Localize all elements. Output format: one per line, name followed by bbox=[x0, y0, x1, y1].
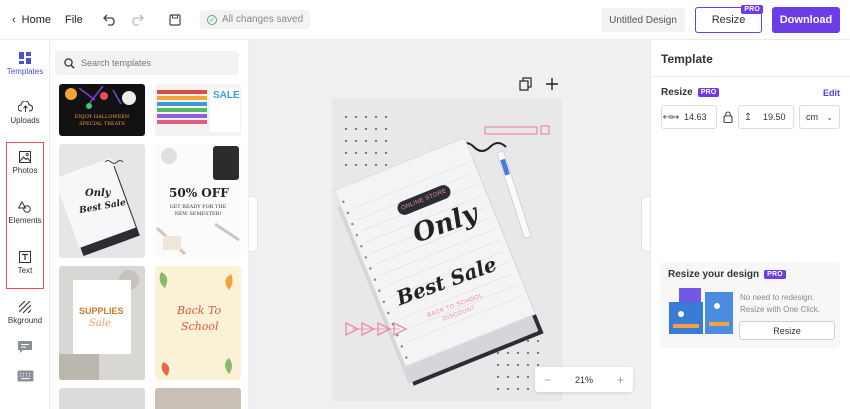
right-panel: Template Resize PRO Edit ↤↦ 14.63 ↥ 19.5… bbox=[650, 40, 850, 409]
template-thumb-pencils-sale[interactable]: SALE bbox=[155, 84, 241, 136]
templates-panel: Search templates ENJOY HALLOWEEN SPECIAL… bbox=[50, 40, 249, 409]
rail-item-background[interactable]: Bkground bbox=[0, 301, 50, 325]
template-thumb-50-off[interactable]: 50% OFF GET READY FOR THE NEW SEMESTER! bbox=[155, 144, 241, 258]
duplicate-page-icon[interactable] bbox=[519, 77, 533, 91]
thumb-caption: Only bbox=[85, 188, 111, 199]
design-name-field[interactable]: Untitled Design bbox=[601, 8, 685, 32]
add-page-icon[interactable] bbox=[545, 77, 559, 91]
top-bar: ‹ Home File ✓ All changes saved Untitled… bbox=[0, 0, 850, 40]
rail-item-uploads[interactable]: Uploads bbox=[0, 101, 50, 125]
promo-title-text: Resize your design bbox=[668, 269, 760, 280]
rail-label-templates: Templates bbox=[6, 67, 44, 76]
upload-cloud-icon bbox=[17, 101, 33, 112]
pen bbox=[496, 150, 532, 239]
collapse-right-panel-handle[interactable] bbox=[641, 196, 650, 252]
right-panel-title: Template bbox=[661, 52, 713, 66]
template-thumb-best-sale[interactable]: Only Best Sale bbox=[59, 144, 145, 258]
dot-grid-top bbox=[345, 116, 387, 166]
edit-link[interactable]: Edit bbox=[823, 88, 840, 98]
thumb-caption: GET READY FOR THE NEW SEMESTER! bbox=[169, 204, 227, 217]
templates-icon bbox=[19, 52, 31, 64]
design-artwork bbox=[333, 116, 550, 390]
promo-resize-button[interactable]: Resize bbox=[739, 321, 835, 340]
collapse-left-panel-handle[interactable] bbox=[249, 196, 258, 252]
template-thumb-back-to-school[interactable]: Back To School bbox=[155, 266, 241, 380]
file-menu[interactable]: File bbox=[65, 10, 83, 30]
home-label: Home bbox=[21, 14, 52, 26]
thumb-caption: SUPPLIES bbox=[79, 306, 124, 316]
resize-label: Resize bbox=[661, 87, 693, 98]
search-input[interactable]: Search templates bbox=[55, 51, 239, 75]
thumb-caption: ENJOY HALLOWEEN SPECIAL TREATS bbox=[74, 114, 130, 127]
height-value: 19.50 bbox=[763, 112, 786, 122]
unit-value: cm bbox=[806, 112, 818, 122]
pink-square-shape bbox=[540, 125, 550, 135]
resize-button[interactable]: Resize PRO bbox=[695, 5, 763, 33]
chevron-down-icon: ⌄ bbox=[826, 112, 833, 122]
undo-icon[interactable] bbox=[101, 10, 119, 30]
promo-illustration bbox=[669, 288, 733, 334]
promo-text: No need to redesign. Resize with One Cli… bbox=[740, 293, 821, 314]
halloween-artwork bbox=[65, 85, 136, 109]
resize-promo-card: Resize your design PRO No need to redesi… bbox=[660, 262, 840, 348]
canvas-area: ONLINE STORE Only Best Sale BACK TO SCHO… bbox=[249, 40, 650, 409]
rail-label-background: Bkground bbox=[7, 316, 43, 325]
search-icon bbox=[64, 57, 75, 69]
design-page[interactable]: ONLINE STORE Only Best Sale BACK TO SCHO… bbox=[332, 99, 562, 401]
save-status: ✓ All changes saved bbox=[200, 10, 311, 29]
zoom-in-button[interactable]: + bbox=[617, 373, 624, 387]
template-thumb-halloween[interactable]: ENJOY HALLOWEEN SPECIAL TREATS bbox=[59, 84, 145, 136]
save-status-label: All changes saved bbox=[222, 14, 304, 25]
unit-select[interactable]: cm ⌄ bbox=[799, 105, 840, 129]
check-circle-icon: ✓ bbox=[207, 14, 217, 25]
width-value: 14.63 bbox=[684, 112, 707, 122]
zoom-level[interactable]: 21% bbox=[575, 375, 593, 385]
home-button[interactable]: ‹ Home bbox=[12, 10, 51, 30]
keyboard-icon bbox=[17, 370, 33, 382]
resize-button-label: Resize bbox=[711, 14, 746, 26]
template-thumb-8[interactable] bbox=[155, 388, 241, 409]
pro-badge: PRO bbox=[764, 270, 786, 279]
thumb-caption: SALE bbox=[213, 90, 240, 101]
background-pattern-icon bbox=[19, 301, 31, 313]
divider bbox=[651, 76, 850, 77]
template-thumb-7[interactable] bbox=[59, 388, 145, 409]
zoom-out-button[interactable]: − bbox=[544, 373, 551, 387]
chevron-left-icon: ‹ bbox=[12, 14, 16, 26]
width-arrows-icon: ↤↦ bbox=[662, 111, 680, 123]
redo-icon[interactable] bbox=[128, 10, 146, 30]
pro-badge: PRO bbox=[697, 88, 720, 97]
lock-icon[interactable] bbox=[723, 111, 733, 123]
rail-highlight-box bbox=[6, 142, 44, 289]
rail-item-keyboard[interactable] bbox=[0, 370, 50, 382]
zoom-control: − 21% + bbox=[535, 367, 633, 392]
pro-badge: PRO bbox=[741, 5, 763, 14]
thumb-caption: Sale bbox=[89, 318, 111, 329]
thumb-caption: Back To bbox=[177, 304, 222, 317]
thumb-caption: 50% OFF bbox=[169, 186, 229, 200]
desk-artwork bbox=[155, 146, 240, 256]
thumb-caption: School bbox=[181, 320, 219, 333]
rail-item-comments[interactable] bbox=[0, 340, 50, 354]
save-icon[interactable] bbox=[166, 10, 184, 30]
rail-item-templates[interactable]: Templates bbox=[0, 52, 50, 76]
resize-section-label: Resize PRO bbox=[661, 87, 720, 98]
width-field[interactable]: ↤↦ 14.63 bbox=[661, 105, 717, 129]
left-rail: Templates Uploads Photos Elements Text B… bbox=[0, 40, 50, 409]
search-placeholder: Search templates bbox=[81, 58, 152, 68]
download-button[interactable]: Download bbox=[772, 7, 840, 33]
promo-title: Resize your design PRO bbox=[668, 269, 786, 280]
height-arrows-icon: ↥ bbox=[743, 111, 753, 123]
template-thumb-supplies-sale[interactable]: SUPPLIES Sale bbox=[59, 266, 145, 380]
comment-icon bbox=[18, 341, 32, 353]
pink-bar-shape bbox=[484, 126, 538, 135]
height-field[interactable]: ↥ 19.50 bbox=[738, 105, 794, 129]
rail-label-uploads: Uploads bbox=[10, 116, 40, 125]
